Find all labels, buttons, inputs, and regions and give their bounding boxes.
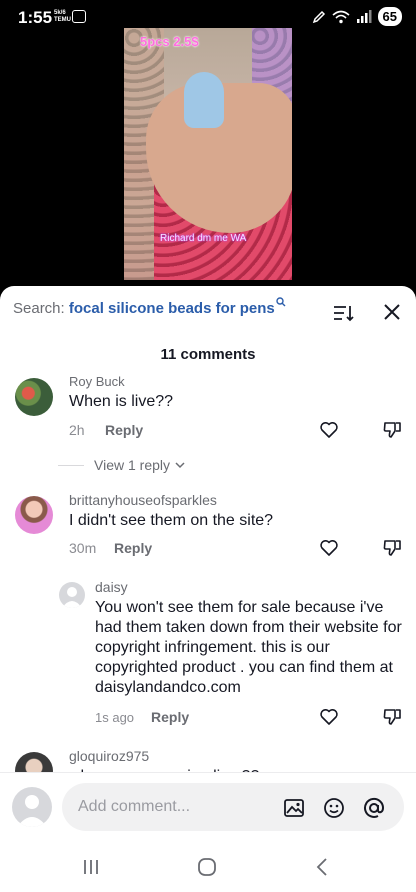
default-avatar-icon bbox=[17, 795, 47, 827]
back-icon[interactable] bbox=[312, 856, 334, 878]
status-mini-top: 5k/6 bbox=[54, 10, 66, 16]
search-suggestion[interactable]: Search: focal silicone beads for pens bbox=[13, 297, 286, 317]
thread-divider bbox=[58, 464, 84, 466]
home-icon[interactable] bbox=[196, 856, 218, 878]
status-mini-bottom: TEMU bbox=[54, 17, 71, 23]
comment-input-placeholder: Add comment... bbox=[78, 798, 191, 815]
search-query[interactable]: focal silicone beads for pens bbox=[69, 300, 275, 317]
recent-apps-icon[interactable] bbox=[80, 856, 102, 878]
image-icon[interactable] bbox=[282, 796, 306, 820]
emoji-icon[interactable] bbox=[322, 796, 346, 820]
dislike-icon[interactable] bbox=[382, 420, 402, 440]
view-replies-button[interactable]: View 1 reply bbox=[58, 457, 186, 473]
heart-icon[interactable] bbox=[319, 420, 339, 440]
notification-app-icon bbox=[72, 10, 86, 23]
search-icon bbox=[276, 297, 286, 307]
status-notification-text: 5k/6 TEMU bbox=[54, 10, 71, 24]
comment-time: 2h bbox=[69, 422, 85, 438]
video-caption-top: 5pcs 2.5$ bbox=[140, 34, 199, 49]
wifi-icon bbox=[332, 10, 350, 23]
comment-input-bar: Add comment... bbox=[0, 772, 416, 842]
comment-time: 1s ago bbox=[95, 710, 135, 725]
signal-icon bbox=[356, 9, 372, 23]
comment-username[interactable]: Roy Buck bbox=[69, 374, 125, 389]
comment-username[interactable]: brittanyhouseofsparkles bbox=[69, 492, 217, 508]
comment-username[interactable]: gloquiroz975 bbox=[69, 748, 149, 764]
dislike-icon[interactable] bbox=[382, 707, 402, 727]
video-bead-figure bbox=[184, 72, 224, 128]
comment-text: You won't see them for sale because i've… bbox=[95, 599, 402, 696]
heart-icon[interactable] bbox=[319, 707, 339, 727]
sort-icon[interactable] bbox=[332, 302, 354, 324]
comment-text: When is live?? bbox=[69, 393, 174, 410]
my-avatar[interactable] bbox=[12, 787, 52, 827]
comment-username[interactable]: daisy bbox=[95, 579, 128, 595]
comment-text: I didn't see them on the site? bbox=[69, 512, 274, 529]
battery-badge: 65 bbox=[377, 7, 402, 26]
reply-button[interactable]: Reply bbox=[105, 422, 143, 438]
close-icon[interactable] bbox=[382, 302, 402, 322]
comments-count: 11 comments bbox=[160, 346, 256, 363]
system-nav-bar bbox=[0, 842, 416, 892]
video-caption-bottom: Richard dm me WA bbox=[160, 233, 247, 244]
reply-button[interactable]: Reply bbox=[151, 709, 189, 725]
avatar[interactable] bbox=[15, 378, 53, 416]
view-replies-label: View 1 reply bbox=[94, 457, 171, 473]
chevron-down-icon bbox=[175, 462, 185, 469]
comment-input[interactable]: Add comment... bbox=[62, 783, 404, 831]
status-right: 65 bbox=[312, 7, 402, 26]
status-time: 1:55 bbox=[18, 8, 53, 27]
mention-icon[interactable] bbox=[362, 796, 386, 820]
dislike-icon[interactable] bbox=[382, 538, 402, 558]
video-player[interactable]: 5pcs 2.5$ Richard dm me WA bbox=[124, 28, 292, 280]
heart-icon[interactable] bbox=[319, 538, 339, 558]
pen-icon bbox=[312, 10, 325, 23]
comments-sheet: Search: focal silicone beads for pens 11… bbox=[0, 286, 416, 892]
avatar[interactable] bbox=[15, 496, 53, 534]
reply-button[interactable]: Reply bbox=[114, 540, 152, 556]
default-avatar-icon bbox=[62, 587, 82, 608]
comment-time: 30m bbox=[69, 540, 97, 556]
avatar[interactable] bbox=[59, 582, 85, 608]
search-label: Search: bbox=[13, 300, 65, 317]
